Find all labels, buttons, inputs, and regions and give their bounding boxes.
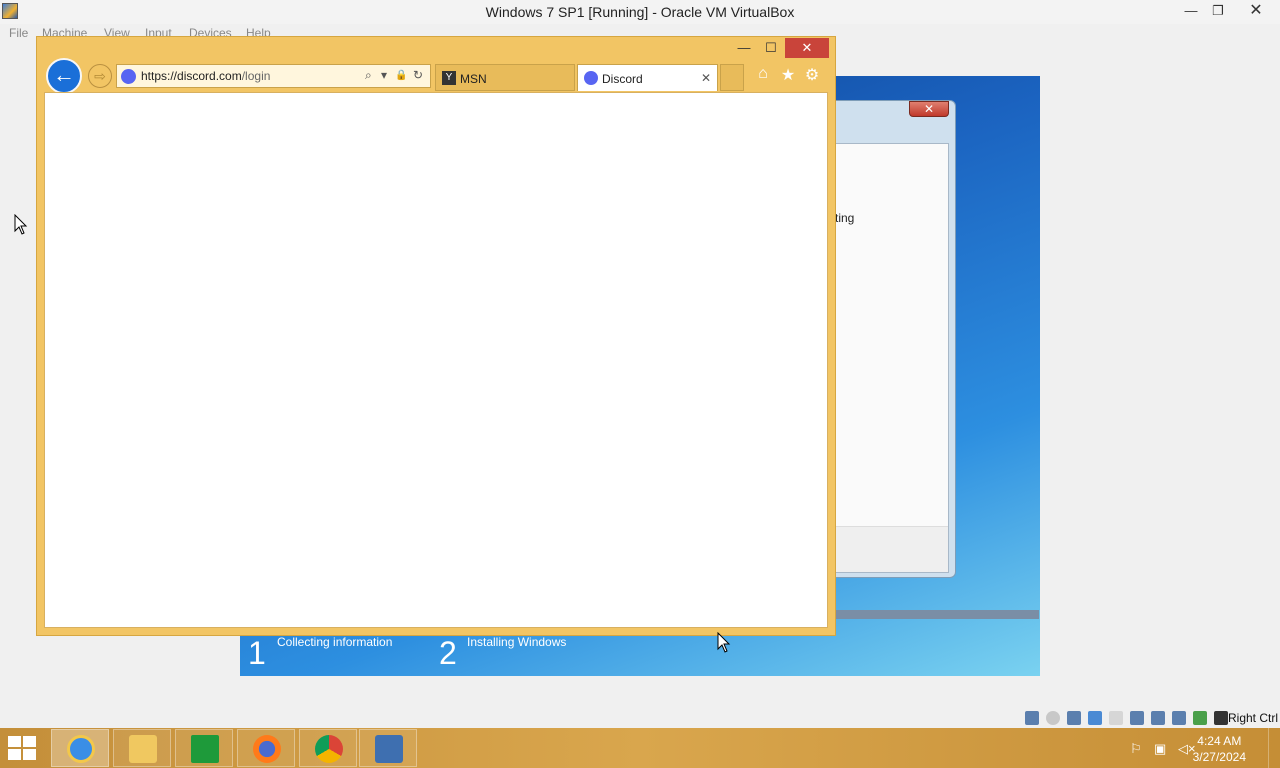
ie-window: — ☐ ✕ ← ⇨ https://discord.com/login ⌕ ▾ …	[36, 36, 836, 636]
usb-icon[interactable]	[1088, 711, 1102, 725]
cpu-icon[interactable]	[1172, 711, 1186, 725]
msn-icon: Y	[442, 71, 456, 85]
taskbar-store[interactable]	[175, 729, 233, 767]
step-1-label: Collecting information	[277, 635, 393, 649]
taskbar-virtualbox[interactable]	[359, 729, 417, 767]
setup-dialog-footer	[836, 526, 948, 572]
tab-discord-label: Discord	[602, 72, 643, 86]
tab-msn-label: MSN	[460, 72, 487, 86]
internet-explorer-icon	[67, 735, 95, 763]
clock-date: 3/27/2024	[1192, 750, 1246, 764]
setup-progress-track	[836, 610, 1039, 619]
refresh-icon[interactable]: ↻	[413, 68, 423, 82]
taskbar-chrome[interactable]	[299, 729, 357, 767]
taskbar-file-explorer[interactable]	[113, 729, 171, 767]
network-icon[interactable]: ▣	[1154, 741, 1166, 757]
display-icon[interactable]	[1130, 711, 1144, 725]
vbox-status-bar: Right Ctrl	[0, 708, 1280, 728]
store-icon	[191, 735, 219, 763]
keyboard-capture-icon[interactable]	[1214, 711, 1228, 725]
clock-time: 4:24 AM	[1197, 734, 1242, 748]
chevron-down-icon[interactable]: ▾	[381, 68, 387, 82]
tab-close-icon[interactable]: ✕	[701, 71, 711, 85]
setup-steps: 1 Collecting information 2 Installing Wi…	[240, 632, 1040, 676]
taskbar-internet-explorer[interactable]	[51, 729, 109, 767]
url-path: /login	[241, 69, 271, 83]
setup-dialog-text: ting	[835, 211, 855, 225]
show-desktop-button[interactable]	[1268, 728, 1280, 768]
tab-msn[interactable]: Y MSN	[435, 64, 575, 91]
settings-gear-icon[interactable]: ⚙	[802, 65, 822, 85]
back-button[interactable]: ←	[46, 58, 82, 94]
host-key-label: Right Ctrl	[1227, 711, 1278, 725]
taskbar: ⚐ ▣ ◁× 4:24 AM 3/27/2024	[0, 728, 1280, 768]
step-2-label: Installing Windows	[467, 635, 567, 649]
host-minimize-button[interactable]: —	[1176, 0, 1206, 22]
host-titlebar: Windows 7 SP1 [Running] - Oracle VM Virt…	[0, 0, 1280, 24]
search-icon[interactable]: ⌕	[365, 68, 372, 83]
start-button[interactable]	[8, 736, 40, 762]
forward-button[interactable]: ⇨	[88, 64, 112, 88]
firefox-icon	[253, 735, 281, 763]
video-capture-icon[interactable]	[1151, 711, 1165, 725]
mouse-integration-icon[interactable]	[1193, 711, 1207, 725]
page-content[interactable]	[44, 92, 828, 628]
favorites-icon[interactable]: ★	[778, 65, 798, 85]
discord-icon	[584, 71, 598, 85]
ie-minimize-button[interactable]: —	[731, 38, 757, 58]
optical-drive-icon[interactable]	[1046, 711, 1060, 725]
address-bar[interactable]: https://discord.com/login ⌕ ▾ 🔒 ↻	[116, 64, 431, 88]
lock-icon[interactable]: 🔒	[395, 70, 407, 81]
ie-close-button[interactable]: ✕	[785, 38, 829, 58]
address-url[interactable]: https://discord.com/login	[141, 69, 270, 83]
host-close-button[interactable]: ✕	[1233, 0, 1279, 22]
mouse-cursor-icon	[717, 632, 731, 653]
new-tab-button[interactable]	[720, 64, 744, 91]
setup-dialog-body	[835, 143, 949, 573]
setup-dialog-close-button[interactable]: ✕	[909, 101, 949, 117]
setup-dialog: ✕ ting	[826, 100, 956, 578]
ie-maximize-button[interactable]: ☐	[758, 38, 784, 58]
hdd-icon[interactable]	[1025, 711, 1039, 725]
tab-discord[interactable]: Discord ✕	[577, 64, 718, 91]
chrome-icon	[315, 735, 343, 763]
host-restore-button[interactable]: ❐	[1203, 0, 1233, 22]
network-icon[interactable]	[1067, 711, 1081, 725]
step-2-number: 2	[439, 635, 457, 671]
folder-icon	[129, 735, 157, 763]
host-window-title: Windows 7 SP1 [Running] - Oracle VM Virt…	[485, 4, 795, 20]
mouse-cursor-icon	[14, 214, 28, 235]
taskbar-firefox[interactable]	[237, 729, 295, 767]
system-clock[interactable]: 4:24 AM 3/27/2024	[1193, 733, 1246, 765]
discord-favicon-icon	[121, 69, 136, 84]
action-center-flag-icon[interactable]: ⚐	[1130, 741, 1142, 757]
menu-file[interactable]: File	[9, 26, 28, 40]
step-1-number: 1	[248, 635, 266, 671]
virtualbox-icon	[375, 735, 403, 763]
home-icon[interactable]: ⌂	[753, 65, 773, 83]
url-domain: https://discord.com	[141, 69, 242, 83]
shared-folders-icon[interactable]	[1109, 711, 1123, 725]
